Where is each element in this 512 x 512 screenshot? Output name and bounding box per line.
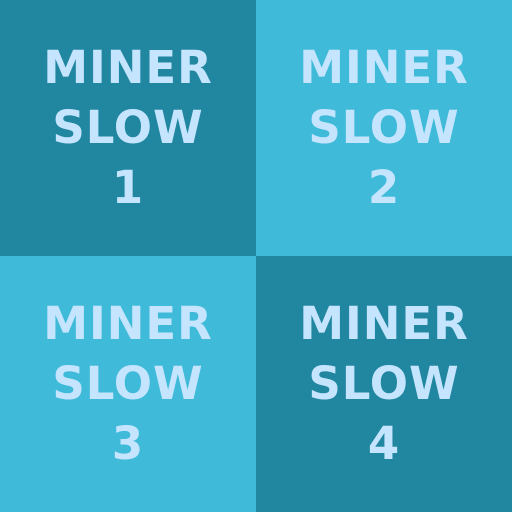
- level-tile-2[interactable]: MINER SLOW 2: [256, 0, 512, 256]
- tile-number: 3: [111, 417, 145, 470]
- tile-number: 1: [111, 161, 145, 214]
- tile-title-line1: MINER: [43, 297, 213, 350]
- level-select-grid: MINER SLOW 1 MINER SLOW 2 MINER SLOW 3 M…: [0, 0, 512, 512]
- level-tile-1[interactable]: MINER SLOW 1: [0, 0, 256, 256]
- tile-title-line1: MINER: [299, 41, 469, 94]
- tile-title-line1: MINER: [43, 41, 213, 94]
- tile-number: 2: [367, 161, 401, 214]
- tile-number: 4: [367, 417, 401, 470]
- tile-title-line2: SLOW: [52, 101, 204, 154]
- tile-title-line2: SLOW: [52, 357, 204, 410]
- tile-title-line2: SLOW: [308, 357, 460, 410]
- tile-title-line2: SLOW: [308, 101, 460, 154]
- tile-title-line1: MINER: [299, 297, 469, 350]
- level-tile-4[interactable]: MINER SLOW 4: [256, 256, 512, 512]
- level-tile-3[interactable]: MINER SLOW 3: [0, 256, 256, 512]
